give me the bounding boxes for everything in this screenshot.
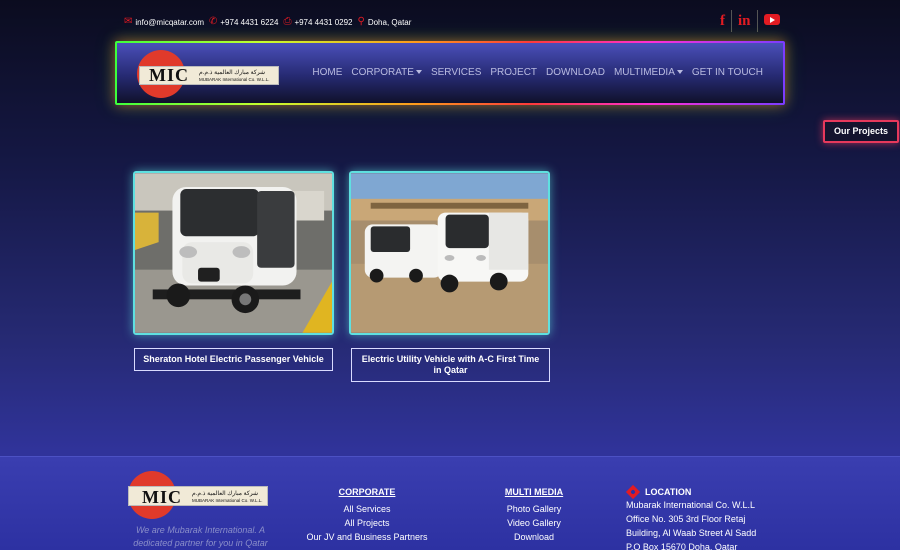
project-caption[interactable]: Electric Utility Vehicle with A-C First … — [351, 348, 550, 382]
logo-english: MUBARAK International Co. W.L.L. — [192, 498, 263, 503]
location-text: Doha, Qatar — [367, 17, 412, 27]
navbar-inner: MIC شركة مبارك العالمية ذ.م.م MUBARAK In… — [117, 43, 783, 103]
footer-location-label: LOCATION — [645, 487, 692, 497]
golf-cart-photo — [135, 173, 332, 333]
footer-corporate-title: CORPORATE — [338, 487, 396, 497]
phone-item[interactable]: ✆ +974 4431 6224 — [209, 17, 278, 27]
logo-english: MUBARAK International Co. W.L.L. — [199, 77, 270, 82]
nav-get-in-touch[interactable]: GET IN TOUCH — [692, 67, 763, 78]
footer-location: LOCATION Mubarak International Co. W.L.L… — [625, 484, 757, 550]
email-text[interactable]: info@micqatar.com — [135, 18, 204, 27]
nav-multimedia[interactable]: MULTIMEDIA — [614, 67, 683, 78]
navbar: MIC شركة مبارك العالمية ذ.م.م MUBARAK In… — [115, 41, 785, 105]
nav-menu: HOME CORPORATE SERVICES PROJECT DOWNLOAD… — [303, 67, 763, 78]
logo-arabic: شركة مبارك العالمية ذ.م.م — [199, 70, 266, 76]
project-card-image[interactable] — [349, 171, 550, 335]
footer-corporate: CORPORATE All Services All Projects Our … — [300, 487, 434, 544]
linkedin-icon[interactable]: in — [731, 10, 757, 32]
logo-mark: MIC — [149, 65, 189, 85]
nav-corporate-label: CORPORATE — [351, 67, 414, 78]
footer-link-download[interactable]: Download — [496, 530, 572, 544]
email-item[interactable]: ✉ info@micqatar.com — [124, 17, 204, 27]
printer-icon: ⎙ — [283, 16, 292, 27]
fax-item: ⎙ +974 4431 0292 — [283, 17, 352, 27]
address-line: Office No. 305 3rd Floor Retaj — [626, 514, 746, 524]
address-line: P.O Box 15670 Doha, Qatar — [626, 542, 738, 550]
project-card-image[interactable] — [133, 171, 334, 335]
social-links: f in — [714, 10, 786, 32]
nav-multimedia-label: MULTIMEDIA — [613, 67, 675, 78]
footer-link-partners[interactable]: Our JV and Business Partners — [300, 530, 434, 544]
nav-corporate[interactable]: CORPORATE — [351, 67, 422, 78]
footer-multimedia: MULTI MEDIA Photo Gallery Video Gallery … — [496, 487, 572, 544]
location-item: ⚲ Doha, Qatar — [358, 17, 412, 27]
phone-text[interactable]: +974 4431 6224 — [220, 18, 278, 27]
chevron-down-icon — [415, 70, 422, 75]
phone-icon: ✆ — [208, 16, 218, 27]
address-line: Mubarak International Co. W.L.L — [626, 500, 756, 510]
chevron-down-icon — [676, 70, 683, 75]
nav-download[interactable]: DOWNLOAD — [546, 67, 605, 78]
utility-vehicle-photo — [351, 173, 548, 333]
nav-project[interactable]: PROJECT — [490, 67, 537, 78]
facebook-icon[interactable]: f — [714, 10, 731, 32]
address-line: Building, Al Waab Street Al Sadd — [626, 528, 757, 538]
envelope-icon: ✉ — [124, 16, 133, 27]
footer-logo[interactable]: MIC شركة مبارك العالمية ذ.م.م MUBARAK In… — [128, 471, 270, 519]
youtube-link[interactable] — [756, 10, 786, 32]
nav-services[interactable]: SERVICES — [431, 67, 481, 78]
footer-link-all-services[interactable]: All Services — [300, 502, 434, 516]
location-pin-icon — [625, 484, 641, 500]
nav-home[interactable]: HOME — [312, 67, 342, 78]
project-caption[interactable]: Sheraton Hotel Electric Passenger Vehicl… — [134, 348, 333, 371]
footer-link-photo-gallery[interactable]: Photo Gallery — [496, 502, 572, 516]
logo-mark: MIC — [142, 487, 182, 507]
our-projects-badge[interactable]: Our Projects — [823, 120, 899, 143]
fax-text: +974 4431 0292 — [294, 17, 353, 27]
footer-link-all-projects[interactable]: All Projects — [300, 516, 434, 530]
footer-link-video-gallery[interactable]: Video Gallery — [496, 516, 572, 530]
footer: MIC شركة مبارك العالمية ذ.م.م MUBARAK In… — [0, 456, 900, 550]
map-pin-icon: ⚲ — [357, 16, 365, 27]
footer-tagline: We are Mubarak International. A dedicate… — [133, 525, 268, 548]
youtube-icon — [763, 14, 780, 25]
logo-arabic: شركة مبارك العالمية ذ.م.م — [192, 491, 259, 497]
contact-bar: ✉ info@micqatar.com ✆ +974 4431 6224 ⎙ +… — [124, 14, 416, 30]
brand-logo[interactable]: MIC شركة مبارك العالمية ذ.م.م MUBARAK In… — [137, 50, 279, 98]
footer-location-title: LOCATION — [625, 484, 756, 500]
footer-multimedia-title: MULTI MEDIA — [504, 487, 564, 497]
